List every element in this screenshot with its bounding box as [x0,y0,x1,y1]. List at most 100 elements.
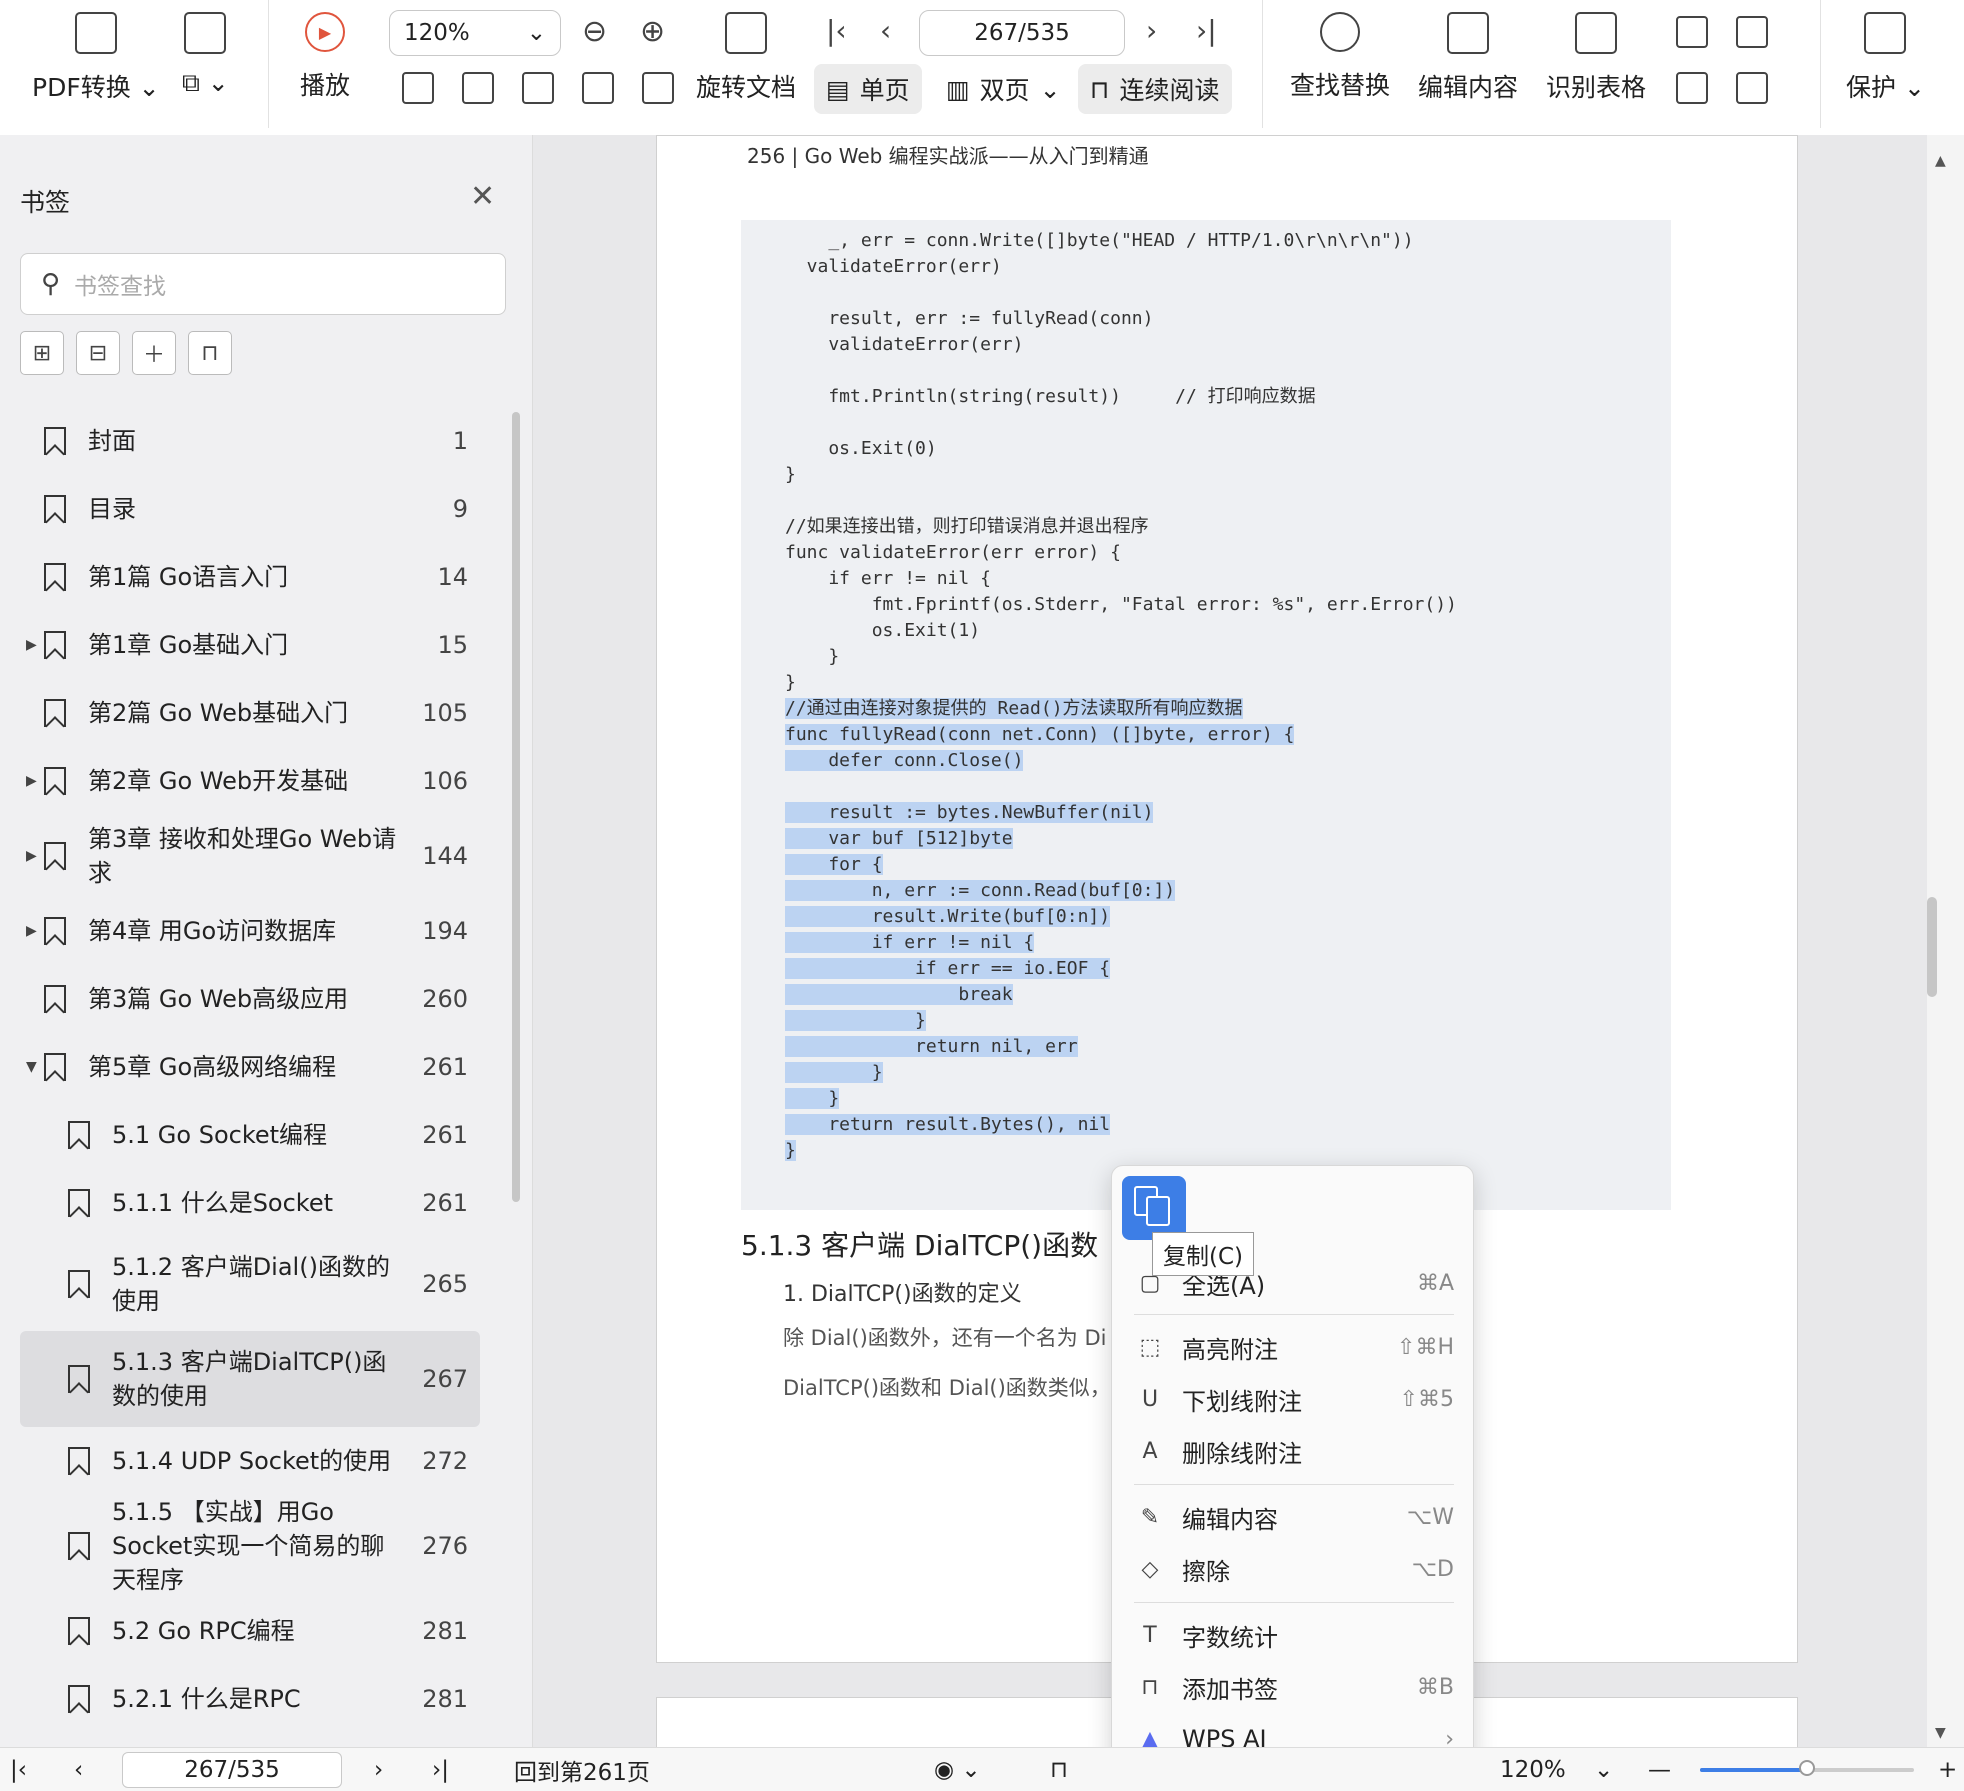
find-replace-button[interactable]: 查找替换 [1290,12,1390,102]
menu-item-add-bookmark[interactable]: ⊓ 添加书签 ⌘B [1134,1662,1454,1712]
page-number-input[interactable]: 267/535 [919,10,1125,56]
continuous-reading-icon[interactable]: ⊓ [1050,1748,1068,1791]
last-page-icon[interactable]: ›| [1196,14,1217,47]
bookmark-list: 封面 1 目录 9 第1篇 Go语言入门 14 ▶ 第1章 Go基础入门 15 第2篇 G… [20,407,480,1733]
next-page-icon[interactable]: › [1146,14,1157,47]
list-item[interactable]: ▶ 第1章 Go基础入门 15 [20,611,480,679]
list-item[interactable]: 第3篇 Go Web高级应用 260 [20,965,480,1033]
first-page-icon[interactable]: |‹ [826,14,847,47]
list-item[interactable]: 第1篇 Go语言入门 14 [20,543,480,611]
list-item[interactable]: 5.1.4 UDP Socket的使用 272 [20,1427,480,1495]
eye-icon[interactable]: ◉ ⌄ [934,1748,981,1791]
expand-arrow-icon[interactable]: ▶ [26,773,37,789]
collapse-arrow-icon[interactable]: ▼ [26,1059,37,1075]
menu-item-word-count[interactable]: T 字数统计 [1134,1610,1454,1660]
scissors-icon[interactable] [1736,16,1768,48]
list-item[interactable]: ▶ 第2章 Go Web开发基础 106 [20,747,480,815]
first-page-icon[interactable]: |‹ [10,1748,27,1791]
scroll-down-icon[interactable]: ▼ [1935,1725,1946,1741]
prev-page-icon[interactable]: ‹ [74,1748,83,1791]
document-scrollbar[interactable]: ▲ ▼ [1927,135,1964,1747]
single-page-button[interactable]: ▤ 单页 [814,64,922,114]
sidebar-scrollbar[interactable] [512,412,520,1202]
zoom-out-icon[interactable]: ⊖ [582,14,607,49]
page-input[interactable]: 267/535 [122,1752,342,1788]
list-item-selected[interactable]: 5.1.3 客户端DialTCP()函数的使用 267 [20,1331,480,1427]
bookmark-icon [68,1121,90,1149]
back-to-page-link[interactable]: 回到第261页 [514,1748,650,1791]
section-heading: 5.1.3 客户端 DialTCP()函数 [741,1229,1099,1262]
compare-icon[interactable] [1736,72,1768,104]
rotate-document-button[interactable]: 旋转文档 [696,12,796,104]
add-bookmark-icon[interactable]: ＋ [132,331,176,375]
list-item[interactable]: ▼ 第5章 Go高级网络编程 261 [20,1033,480,1101]
collapse-all-icon[interactable]: ⊟ [76,331,120,375]
next-page-icon[interactable]: › [374,1748,383,1791]
edit-content-button[interactable]: 编辑内容 [1418,12,1518,104]
protect-button[interactable]: 保护 ⌄ [1846,12,1925,104]
convert-icon[interactable] [1676,72,1708,104]
search-icon: ⚲ [41,269,61,299]
expand-all-icon[interactable]: ⊞ [20,331,64,375]
zoom-out-icon[interactable]: — [1648,1748,1671,1791]
list-item[interactable]: 5.1.1 什么是Socket 261 [20,1169,480,1237]
list-item[interactable]: 封面 1 [20,407,480,475]
list-item[interactable]: 5.2.1 什么是RPC 281 [20,1665,480,1733]
list-item[interactable]: 5.1.2 客户端Dial()函数的使用 265 [20,1237,480,1331]
copy-button[interactable] [1122,1176,1186,1240]
continuous-reading-icon: ⊓ [1090,74,1110,104]
menu-item-highlight[interactable]: ⬚ 高亮附注 ⇧⌘H [1134,1322,1454,1372]
scanned-code-image[interactable]: _, err = conn.Write([]byte("HEAD / HTTP/… [741,220,1671,1210]
eraser-icon: ◇ [1141,1556,1159,1582]
translate-icon[interactable] [1676,16,1708,48]
menu-item-underline[interactable]: U 下划线附注 ⇧⌘5 [1134,1374,1454,1424]
list-item[interactable]: 5.2 Go RPC编程 281 [20,1597,480,1665]
bookmark-icon[interactable]: ⊓ [188,331,232,375]
double-page-button[interactable]: ▥ 双页 ⌄ [934,64,1073,114]
rotate-left-icon[interactable] [582,72,614,104]
bookmark-search-input[interactable]: ⚲ 书签查找 [20,253,506,315]
bookmark-sidebar: 书签 ✕ ⚲ 书签查找 ⊞ ⊟ ＋ ⊓ 封面 1 目录 9 第1篇 Go语言入门 14… [0,135,533,1747]
rotate-right-icon[interactable] [642,72,674,104]
fit-page-icon[interactable] [462,72,494,104]
menu-item-erase[interactable]: ◇ 擦除 ⌥D [1134,1544,1454,1594]
list-item[interactable]: ▶ 第4章 用Go访问数据库 194 [20,897,480,965]
export-button[interactable]: ⧉ ⌄ [182,12,229,98]
fit-width-icon[interactable] [522,72,554,104]
last-page-icon[interactable]: ›| [432,1748,449,1791]
zoom-in-icon[interactable]: + [1938,1748,1957,1791]
double-page-icon: ▥ [946,74,970,104]
scroll-thumb[interactable] [1927,897,1937,997]
highlight-icon: ⬚ [1139,1334,1161,1360]
expand-arrow-icon[interactable]: ▶ [26,637,37,653]
menu-item-strikethrough[interactable]: A 删除线附注 [1134,1426,1454,1476]
expand-arrow-icon[interactable]: ▶ [26,848,37,864]
actual-size-icon[interactable] [402,72,434,104]
zoom-slider-thumb[interactable] [1799,1759,1815,1776]
chevron-down-icon[interactable]: ⌄ [1594,1748,1613,1791]
list-item[interactable]: 第2篇 Go Web基础入门 105 [20,679,480,747]
expand-arrow-icon[interactable]: ▶ [26,923,37,939]
list-item[interactable]: 目录 9 [20,475,480,543]
bookmark-icon [44,985,66,1013]
zoom-select[interactable]: 120% ⌄ [389,10,561,56]
status-zoom[interactable]: 120% [1500,1748,1566,1791]
pdf-convert-button[interactable]: PDF转换 ⌄ [32,12,160,104]
underline-icon: U [1141,1386,1159,1412]
list-item[interactable]: 5.1.5 【实战】用Go Socket实现一个简易的聊天程序 276 [20,1495,480,1597]
scroll-up-icon[interactable]: ▲ [1935,153,1946,169]
bookmark-icon [44,1053,66,1081]
paragraph: DialTCP()函数和 Dial()函数类似， [783,1376,1111,1400]
recognize-table-button[interactable]: 识别表格 [1546,12,1646,104]
list-item[interactable]: ▶ 第3章 接收和处理Go Web请求 144 [20,815,480,897]
menu-item-edit-content[interactable]: ✎ 编辑内容 ⌥W [1134,1492,1454,1542]
zoom-slider[interactable] [1700,1748,1914,1791]
bookmark-icon [44,631,66,659]
play-button[interactable]: ▶ 播放 [300,12,350,102]
edit-icon: ✎ [1140,1504,1160,1530]
close-icon[interactable]: ✕ [470,179,495,214]
zoom-in-icon[interactable]: ⊕ [640,14,665,49]
continuous-reading-button[interactable]: ⊓ 连续阅读 [1078,64,1232,114]
list-item[interactable]: 5.1 Go Socket编程 261 [20,1101,480,1169]
prev-page-icon[interactable]: ‹ [880,14,891,47]
